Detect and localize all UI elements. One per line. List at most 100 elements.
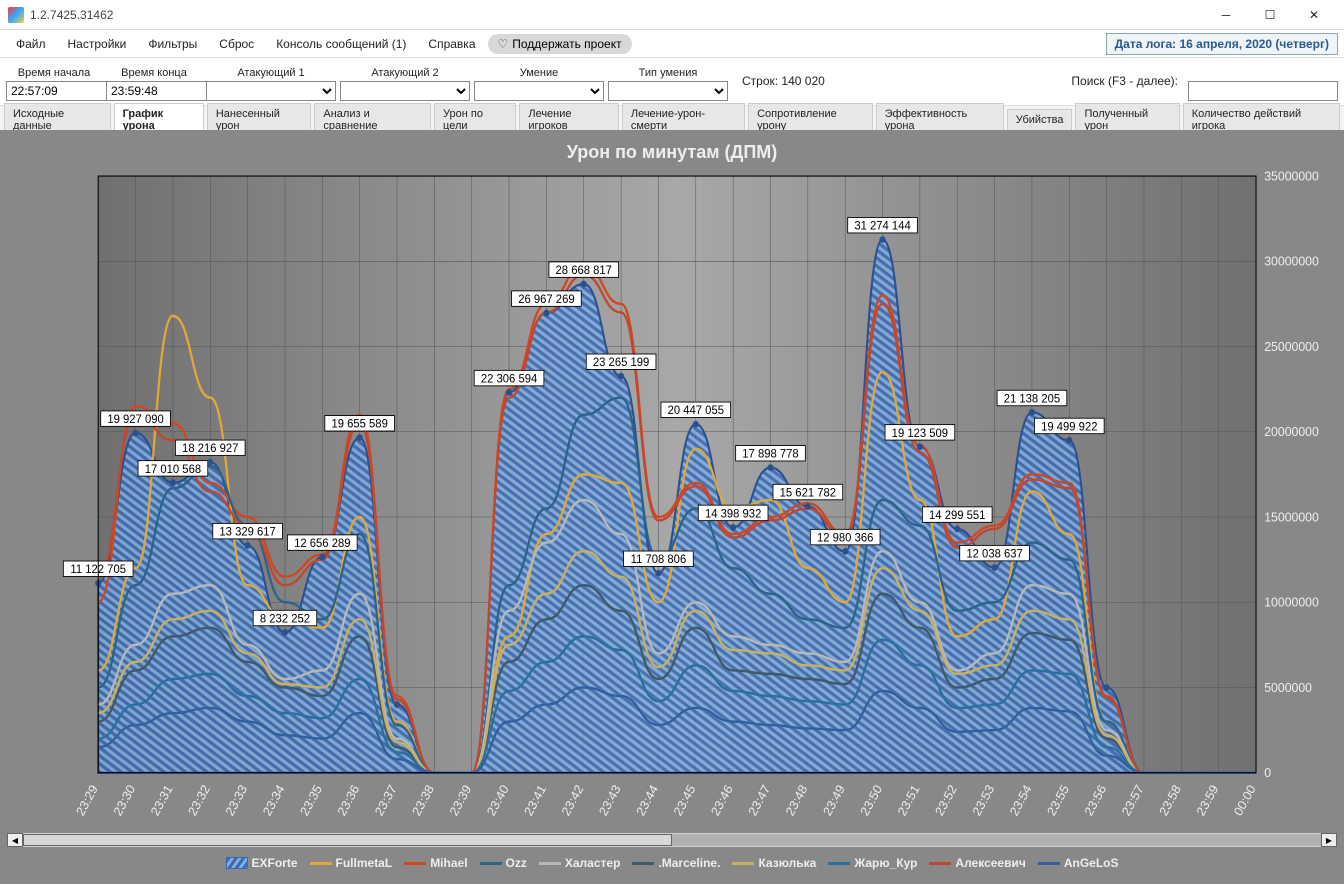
legend-item[interactable]: AnGeLoS bbox=[1038, 856, 1119, 870]
legend-item[interactable]: Mihael bbox=[404, 856, 467, 870]
legend-swatch bbox=[929, 862, 951, 865]
svg-text:23:54: 23:54 bbox=[1007, 782, 1035, 818]
attacker1-select[interactable] bbox=[206, 81, 336, 101]
svg-text:23:48: 23:48 bbox=[782, 782, 810, 818]
svg-text:26 967 269: 26 967 269 bbox=[518, 293, 574, 306]
scroll-thumb[interactable] bbox=[23, 834, 672, 846]
legend-item[interactable]: Халастер bbox=[539, 856, 621, 870]
svg-text:23:45: 23:45 bbox=[670, 782, 698, 818]
svg-text:10000000: 10000000 bbox=[1264, 594, 1319, 610]
svg-text:23:31: 23:31 bbox=[148, 782, 176, 818]
log-date: Дата лога: 16 апреля, 2020 (четверг) bbox=[1106, 33, 1338, 55]
legend-item[interactable]: Ozz bbox=[480, 856, 527, 870]
svg-text:8 232 252: 8 232 252 bbox=[260, 612, 310, 625]
svg-text:23:57: 23:57 bbox=[1119, 782, 1147, 818]
svg-text:23:32: 23:32 bbox=[185, 782, 213, 818]
legend-label: FullmetaL bbox=[336, 856, 393, 870]
svg-text:28 668 817: 28 668 817 bbox=[556, 264, 612, 277]
menu-help[interactable]: Справка bbox=[418, 33, 485, 55]
skill-select[interactable] bbox=[474, 81, 604, 101]
attacker2-select[interactable] bbox=[340, 81, 470, 101]
legend-item[interactable]: Алексеевич bbox=[929, 856, 1025, 870]
end-time-label: Время конца bbox=[106, 67, 202, 81]
legend-swatch bbox=[539, 862, 561, 865]
menu-filters[interactable]: Фильтры bbox=[138, 33, 207, 55]
tab-9[interactable]: Убийства bbox=[1007, 109, 1073, 130]
legend-label: Алексеевич bbox=[955, 856, 1025, 870]
svg-text:23:44: 23:44 bbox=[633, 782, 661, 818]
menu-console[interactable]: Консоль сообщений (1) bbox=[266, 33, 416, 55]
legend-label: Mihael bbox=[430, 856, 467, 870]
svg-text:20 447 055: 20 447 055 bbox=[668, 404, 725, 417]
legend-label: Казюлька bbox=[758, 856, 816, 870]
svg-text:23:33: 23:33 bbox=[222, 782, 250, 818]
menu-settings[interactable]: Настройки bbox=[58, 33, 137, 55]
start-time-label: Время начала bbox=[6, 67, 102, 81]
legend-label: EXForte bbox=[252, 856, 298, 870]
h-scrollbar[interactable]: ◀ ▶ bbox=[6, 832, 1338, 848]
svg-text:15000000: 15000000 bbox=[1264, 509, 1319, 525]
svg-text:23:38: 23:38 bbox=[409, 782, 437, 818]
svg-text:23:53: 23:53 bbox=[969, 782, 997, 818]
svg-text:23:43: 23:43 bbox=[596, 782, 624, 818]
legend-item[interactable]: FullmetaL bbox=[310, 856, 393, 870]
svg-text:23:59: 23:59 bbox=[1193, 782, 1221, 818]
legend-swatch bbox=[1038, 862, 1060, 865]
svg-text:23:42: 23:42 bbox=[558, 782, 586, 818]
close-button[interactable]: ✕ bbox=[1292, 1, 1336, 29]
svg-text:23:58: 23:58 bbox=[1156, 782, 1184, 818]
svg-text:23:35: 23:35 bbox=[297, 782, 325, 818]
menu-reset[interactable]: Сброс bbox=[209, 33, 264, 55]
svg-text:20000000: 20000000 bbox=[1264, 424, 1319, 440]
search-label: Поиск (F3 - далее): bbox=[1065, 74, 1184, 88]
scroll-left-icon[interactable]: ◀ bbox=[7, 833, 23, 847]
legend-item[interactable]: .Marceline. bbox=[632, 856, 720, 870]
svg-text:23:52: 23:52 bbox=[932, 782, 960, 818]
support-button[interactable]: ♡ Поддержать проект bbox=[488, 34, 632, 54]
svg-text:30000000: 30000000 bbox=[1264, 253, 1319, 269]
svg-text:12 038 637: 12 038 637 bbox=[966, 547, 1022, 560]
chart-plot[interactable]: 0 5000000 10000000 15000000 20000000 25000000… bbox=[6, 165, 1338, 828]
legend-label: Жарю_Кур bbox=[854, 856, 917, 870]
legend-swatch bbox=[226, 857, 248, 869]
svg-text:25000000: 25000000 bbox=[1264, 339, 1319, 355]
search-input[interactable] bbox=[1188, 81, 1338, 101]
svg-text:23:39: 23:39 bbox=[446, 782, 474, 818]
legend-item[interactable]: Жарю_Кур bbox=[828, 856, 917, 870]
svg-text:31 274 144: 31 274 144 bbox=[854, 219, 911, 232]
svg-text:00:00: 00:00 bbox=[1231, 782, 1259, 818]
svg-text:35000000: 35000000 bbox=[1264, 168, 1319, 184]
app-icon bbox=[8, 7, 24, 23]
legend-label: AnGeLoS bbox=[1064, 856, 1119, 870]
svg-text:15 621 782: 15 621 782 bbox=[780, 486, 836, 499]
svg-text:23:50: 23:50 bbox=[857, 782, 885, 818]
svg-text:19 499 922: 19 499 922 bbox=[1041, 420, 1097, 433]
svg-text:23:41: 23:41 bbox=[521, 782, 549, 818]
skill-label: Умение bbox=[474, 67, 604, 81]
row-count: Строк: 140 020 bbox=[732, 74, 825, 88]
legend-label: Ozz bbox=[506, 856, 527, 870]
legend-item[interactable]: Казюлька bbox=[732, 856, 816, 870]
attacker2-label: Атакующий 2 bbox=[340, 67, 470, 81]
svg-text:22 306 594: 22 306 594 bbox=[481, 372, 538, 385]
heart-icon: ♡ bbox=[498, 37, 509, 51]
legend-swatch bbox=[828, 862, 850, 865]
svg-text:23:40: 23:40 bbox=[484, 782, 512, 818]
svg-text:5000000: 5000000 bbox=[1264, 679, 1312, 695]
svg-text:0: 0 bbox=[1264, 765, 1271, 781]
maximize-button[interactable]: ☐ bbox=[1248, 1, 1292, 29]
svg-text:11 708 806: 11 708 806 bbox=[631, 553, 687, 566]
legend-swatch bbox=[480, 862, 502, 865]
skilltype-select[interactable] bbox=[608, 81, 728, 101]
legend-item[interactable]: EXForte bbox=[226, 856, 298, 870]
svg-text:19 655 589: 19 655 589 bbox=[331, 417, 387, 430]
support-label: Поддержать проект bbox=[512, 37, 621, 51]
minimize-button[interactable]: ─ bbox=[1204, 1, 1248, 29]
menu-file[interactable]: Файл bbox=[6, 33, 56, 55]
svg-text:17 898 778: 17 898 778 bbox=[742, 447, 799, 460]
svg-text:19 927 090: 19 927 090 bbox=[107, 413, 164, 426]
scroll-right-icon[interactable]: ▶ bbox=[1321, 833, 1337, 847]
legend-swatch bbox=[732, 862, 754, 865]
svg-text:14 398 932: 14 398 932 bbox=[705, 507, 761, 520]
svg-text:21 138 205: 21 138 205 bbox=[1004, 392, 1061, 405]
